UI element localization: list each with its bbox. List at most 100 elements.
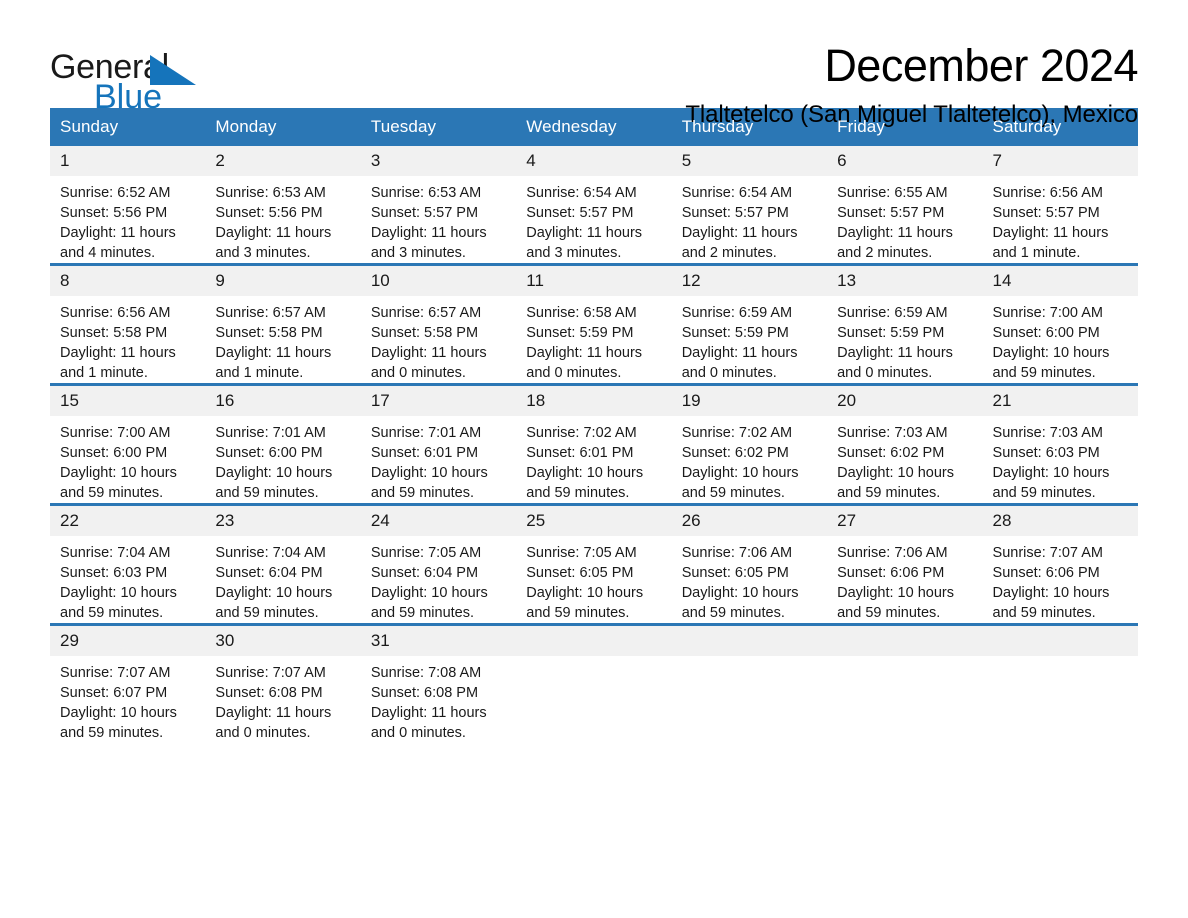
sunrise-text: Sunrise: 6:53 AM — [370, 185, 482, 201]
daylight-text-line1: Daylight: 10 hours — [60, 705, 177, 721]
calendar-day-cell[interactable]: 5 Sunrise: 6:54 AM Sunset: 5:57 PM Dayli… — [671, 146, 828, 265]
day-number — [516, 626, 672, 656]
daylight-text-line2: and 59 minutes. — [526, 485, 630, 501]
day-details: Sunrise: 6:56 AM Sunset: 5:58 PM Dayligh… — [50, 296, 205, 383]
daylight-text-line1: Daylight: 11 hours — [215, 345, 332, 361]
calendar-day-cell[interactable]: 6 Sunrise: 6:55 AM Sunset: 5:57 PM Dayli… — [827, 146, 983, 265]
calendar-day-cell[interactable]: 15 Sunrise: 7:00 AM Sunset: 6:00 PM Dayl… — [50, 383, 206, 505]
calendar-day-cell[interactable]: 25 Sunrise: 7:05 AM Sunset: 6:05 PM Dayl… — [516, 503, 672, 625]
calendar-day-cell[interactable]: 8 Sunrise: 6:56 AM Sunset: 5:58 PM Dayli… — [50, 263, 206, 385]
calendar-day-cell[interactable]: 30 Sunrise: 7:07 AM Sunset: 6:08 PM Dayl… — [205, 623, 361, 743]
calendar-day-cell[interactable]: 13 Sunrise: 6:59 AM Sunset: 5:59 PM Dayl… — [827, 263, 983, 385]
calendar-day-cell-empty — [516, 623, 672, 743]
daylight-text-line2: and 0 minutes. — [837, 365, 933, 381]
calendar-day-cell[interactable]: 4 Sunrise: 6:54 AM Sunset: 5:57 PM Dayli… — [516, 146, 672, 265]
sunset-text: Sunset: 5:59 PM — [681, 325, 789, 341]
sunrise-text: Sunrise: 7:00 AM — [992, 305, 1103, 321]
sunrise-text: Sunrise: 6:59 AM — [681, 305, 793, 321]
sunrise-text: Sunrise: 7:06 AM — [681, 545, 793, 561]
sunset-text: Sunset: 6:01 PM — [370, 445, 479, 461]
day-details: Sunrise: 7:07 AM Sunset: 6:07 PM Dayligh… — [50, 656, 205, 743]
calendar-day-cell[interactable]: 20 Sunrise: 7:03 AM Sunset: 6:02 PM Dayl… — [827, 383, 983, 505]
day-details: Sunrise: 6:59 AM Sunset: 5:59 PM Dayligh… — [672, 296, 827, 383]
daylight-text-line2: and 3 minutes. — [526, 245, 622, 261]
calendar-day-cell[interactable]: 11 Sunrise: 6:58 AM Sunset: 5:59 PM Dayl… — [516, 263, 672, 385]
daylight-text-line2: and 3 minutes. — [215, 245, 311, 261]
daylight-text-line1: Daylight: 10 hours — [992, 585, 1110, 601]
sunrise-text: Sunrise: 6:55 AM — [837, 185, 948, 201]
day-details: Sunrise: 7:06 AM Sunset: 6:06 PM Dayligh… — [827, 536, 982, 623]
daylight-text-line1: Daylight: 10 hours — [370, 465, 488, 481]
daylight-text-line1: Daylight: 10 hours — [60, 585, 177, 601]
calendar-day-cell[interactable]: 17 Sunrise: 7:01 AM Sunset: 6:01 PM Dayl… — [360, 383, 517, 505]
sunrise-text: Sunrise: 7:01 AM — [370, 425, 482, 441]
day-number: 5 — [671, 146, 828, 176]
brand-logo[interactable]: General Blue — [50, 42, 210, 114]
calendar-day-cell[interactable]: 10 Sunrise: 6:57 AM Sunset: 5:58 PM Dayl… — [360, 263, 517, 385]
sunrise-text: Sunrise: 7:04 AM — [215, 545, 326, 561]
daylight-text-line1: Daylight: 10 hours — [60, 465, 177, 481]
calendar-day-cell[interactable]: 23 Sunrise: 7:04 AM Sunset: 6:04 PM Dayl… — [205, 503, 361, 625]
day-number: 10 — [360, 266, 517, 296]
day-details — [983, 656, 1138, 663]
daylight-text-line1: Daylight: 10 hours — [837, 585, 954, 601]
sunrise-text: Sunrise: 7:07 AM — [992, 545, 1103, 561]
day-details: Sunrise: 7:00 AM Sunset: 6:00 PM Dayligh… — [50, 416, 205, 503]
sunset-text: Sunset: 6:02 PM — [837, 445, 945, 461]
daylight-text-line2: and 59 minutes. — [60, 485, 164, 501]
daylight-text-line2: and 59 minutes. — [526, 605, 630, 621]
calendar-day-cell[interactable]: 3 Sunrise: 6:53 AM Sunset: 5:57 PM Dayli… — [360, 146, 517, 265]
day-number — [671, 626, 828, 656]
calendar-day-cell[interactable]: 26 Sunrise: 7:06 AM Sunset: 6:05 PM Dayl… — [671, 503, 828, 625]
calendar-day-cell[interactable]: 14 Sunrise: 7:00 AM Sunset: 6:00 PM Dayl… — [982, 263, 1138, 385]
calendar-day-cell[interactable]: 16 Sunrise: 7:01 AM Sunset: 6:00 PM Dayl… — [205, 383, 361, 505]
calendar-day-cell[interactable]: 12 Sunrise: 6:59 AM Sunset: 5:59 PM Dayl… — [671, 263, 828, 385]
day-details: Sunrise: 7:01 AM Sunset: 6:01 PM Dayligh… — [361, 416, 516, 503]
daylight-text-line2: and 0 minutes. — [526, 365, 622, 381]
day-number: 13 — [827, 266, 983, 296]
sunrise-text: Sunrise: 6:56 AM — [992, 185, 1103, 201]
calendar-day-cell[interactable]: 7 Sunrise: 6:56 AM Sunset: 5:57 PM Dayli… — [982, 146, 1138, 265]
calendar-week-row: 15 Sunrise: 7:00 AM Sunset: 6:00 PM Dayl… — [50, 383, 1138, 505]
sunset-text: Sunset: 5:57 PM — [526, 205, 634, 221]
day-number: 1 — [50, 146, 206, 176]
calendar-day-cell[interactable]: 9 Sunrise: 6:57 AM Sunset: 5:58 PM Dayli… — [205, 263, 361, 385]
calendar-day-cell[interactable]: 18 Sunrise: 7:02 AM Sunset: 6:01 PM Dayl… — [516, 383, 672, 505]
sunrise-text: Sunrise: 6:54 AM — [681, 185, 793, 201]
calendar-day-cell[interactable]: 22 Sunrise: 7:04 AM Sunset: 6:03 PM Dayl… — [50, 503, 206, 625]
calendar-day-cell[interactable]: 2 Sunrise: 6:53 AM Sunset: 5:56 PM Dayli… — [205, 146, 361, 265]
daylight-text-line1: Daylight: 11 hours — [837, 225, 953, 241]
sunset-text: Sunset: 6:08 PM — [370, 685, 479, 701]
sunrise-text: Sunrise: 7:07 AM — [60, 665, 171, 681]
calendar-day-cell[interactable]: 27 Sunrise: 7:06 AM Sunset: 6:06 PM Dayl… — [827, 503, 983, 625]
sunrise-text: Sunrise: 6:59 AM — [837, 305, 948, 321]
day-number: 30 — [205, 626, 361, 656]
sunrise-text: Sunrise: 6:57 AM — [215, 305, 326, 321]
sunrise-text: Sunrise: 6:52 AM — [60, 185, 171, 201]
calendar-body: 1 Sunrise: 6:52 AM Sunset: 5:56 PM Dayli… — [50, 146, 1138, 743]
calendar-day-cell[interactable]: 28 Sunrise: 7:07 AM Sunset: 6:06 PM Dayl… — [982, 503, 1138, 625]
day-number — [982, 626, 1138, 656]
day-number: 3 — [360, 146, 517, 176]
calendar-day-cell[interactable]: 29 Sunrise: 7:07 AM Sunset: 6:07 PM Dayl… — [50, 623, 206, 743]
day-number: 7 — [982, 146, 1138, 176]
calendar-day-cell[interactable]: 1 Sunrise: 6:52 AM Sunset: 5:56 PM Dayli… — [50, 146, 206, 265]
day-number: 27 — [827, 506, 983, 536]
daylight-text-line2: and 59 minutes. — [992, 605, 1096, 621]
daylight-text-line1: Daylight: 10 hours — [837, 465, 954, 481]
calendar-day-cell[interactable]: 19 Sunrise: 7:02 AM Sunset: 6:02 PM Dayl… — [671, 383, 828, 505]
sunset-text: Sunset: 6:04 PM — [370, 565, 479, 581]
calendar-day-cell[interactable]: 31 Sunrise: 7:08 AM Sunset: 6:08 PM Dayl… — [360, 623, 517, 743]
day-number: 19 — [671, 386, 828, 416]
daylight-text-line2: and 59 minutes. — [837, 485, 941, 501]
daylight-text-line1: Daylight: 11 hours — [60, 225, 176, 241]
daylight-text-line1: Daylight: 10 hours — [215, 585, 333, 601]
sunrise-text: Sunrise: 6:56 AM — [60, 305, 171, 321]
day-details: Sunrise: 7:07 AM Sunset: 6:08 PM Dayligh… — [205, 656, 360, 743]
sunset-text: Sunset: 5:59 PM — [526, 325, 634, 341]
daylight-text-line1: Daylight: 10 hours — [681, 465, 799, 481]
day-details: Sunrise: 7:04 AM Sunset: 6:04 PM Dayligh… — [205, 536, 360, 623]
calendar-day-cell[interactable]: 24 Sunrise: 7:05 AM Sunset: 6:04 PM Dayl… — [360, 503, 517, 625]
sunrise-text: Sunrise: 7:04 AM — [60, 545, 171, 561]
calendar-day-cell[interactable]: 21 Sunrise: 7:03 AM Sunset: 6:03 PM Dayl… — [982, 383, 1138, 505]
